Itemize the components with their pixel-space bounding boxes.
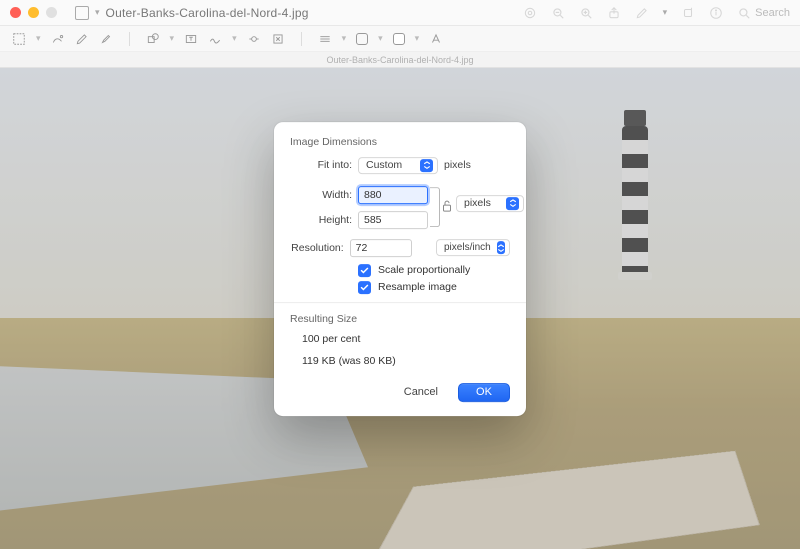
dialog-backdrop: Image Dimensions Fit into: Custom pixels… bbox=[0, 0, 800, 549]
width-label: Width: bbox=[290, 189, 352, 201]
fit-into-unit: pixels bbox=[444, 159, 471, 171]
resolution-input[interactable]: 72 bbox=[350, 239, 412, 257]
cancel-button[interactable]: Cancel bbox=[394, 383, 448, 402]
resolution-unit-value: pixels/inch bbox=[444, 242, 491, 253]
resolution-row: Resolution: 72 pixels/inch bbox=[290, 239, 510, 257]
select-caret-icon bbox=[420, 159, 433, 172]
dim-unit-value: pixels bbox=[464, 197, 491, 209]
lock-open-icon[interactable] bbox=[441, 199, 453, 216]
height-label: Height: bbox=[290, 214, 352, 226]
fit-into-label: Fit into: bbox=[290, 159, 352, 171]
scale-proportionally-label: Scale proportionally bbox=[378, 264, 470, 276]
resolution-unit-select[interactable]: pixels/inch bbox=[436, 239, 510, 256]
result-size: 119 KB (was 80 KB) bbox=[302, 355, 510, 367]
select-caret-icon bbox=[497, 241, 505, 254]
checkbox-checked-icon bbox=[358, 281, 371, 294]
resolution-label: Resolution: bbox=[290, 242, 344, 254]
dialog-buttons: Cancel OK bbox=[290, 383, 510, 402]
resample-image-row[interactable]: Resample image bbox=[358, 281, 510, 294]
image-dimensions-dialog: Image Dimensions Fit into: Custom pixels… bbox=[274, 122, 526, 416]
checkbox-checked-icon bbox=[358, 264, 371, 277]
resample-image-label: Resample image bbox=[378, 281, 457, 293]
height-input[interactable]: 585 bbox=[358, 211, 428, 229]
dim-unit-select[interactable]: pixels bbox=[456, 195, 524, 212]
scale-proportionally-row[interactable]: Scale proportionally bbox=[358, 264, 510, 277]
fit-into-select[interactable]: Custom bbox=[358, 157, 438, 174]
ok-button[interactable]: OK bbox=[458, 383, 510, 402]
width-input[interactable]: 880 bbox=[358, 186, 428, 204]
dimensions-group: Width: 880 Height: 585 pixels bbox=[290, 181, 510, 239]
resulting-size-title: Resulting Size bbox=[290, 313, 510, 325]
result-percent: 100 per cent bbox=[302, 333, 510, 345]
fit-into-value: Custom bbox=[366, 159, 402, 171]
dialog-title: Image Dimensions bbox=[290, 136, 510, 148]
divider bbox=[274, 302, 526, 303]
dimension-link-bracket bbox=[430, 187, 440, 227]
select-caret-icon bbox=[506, 197, 519, 210]
fit-into-row: Fit into: Custom pixels bbox=[290, 157, 510, 174]
